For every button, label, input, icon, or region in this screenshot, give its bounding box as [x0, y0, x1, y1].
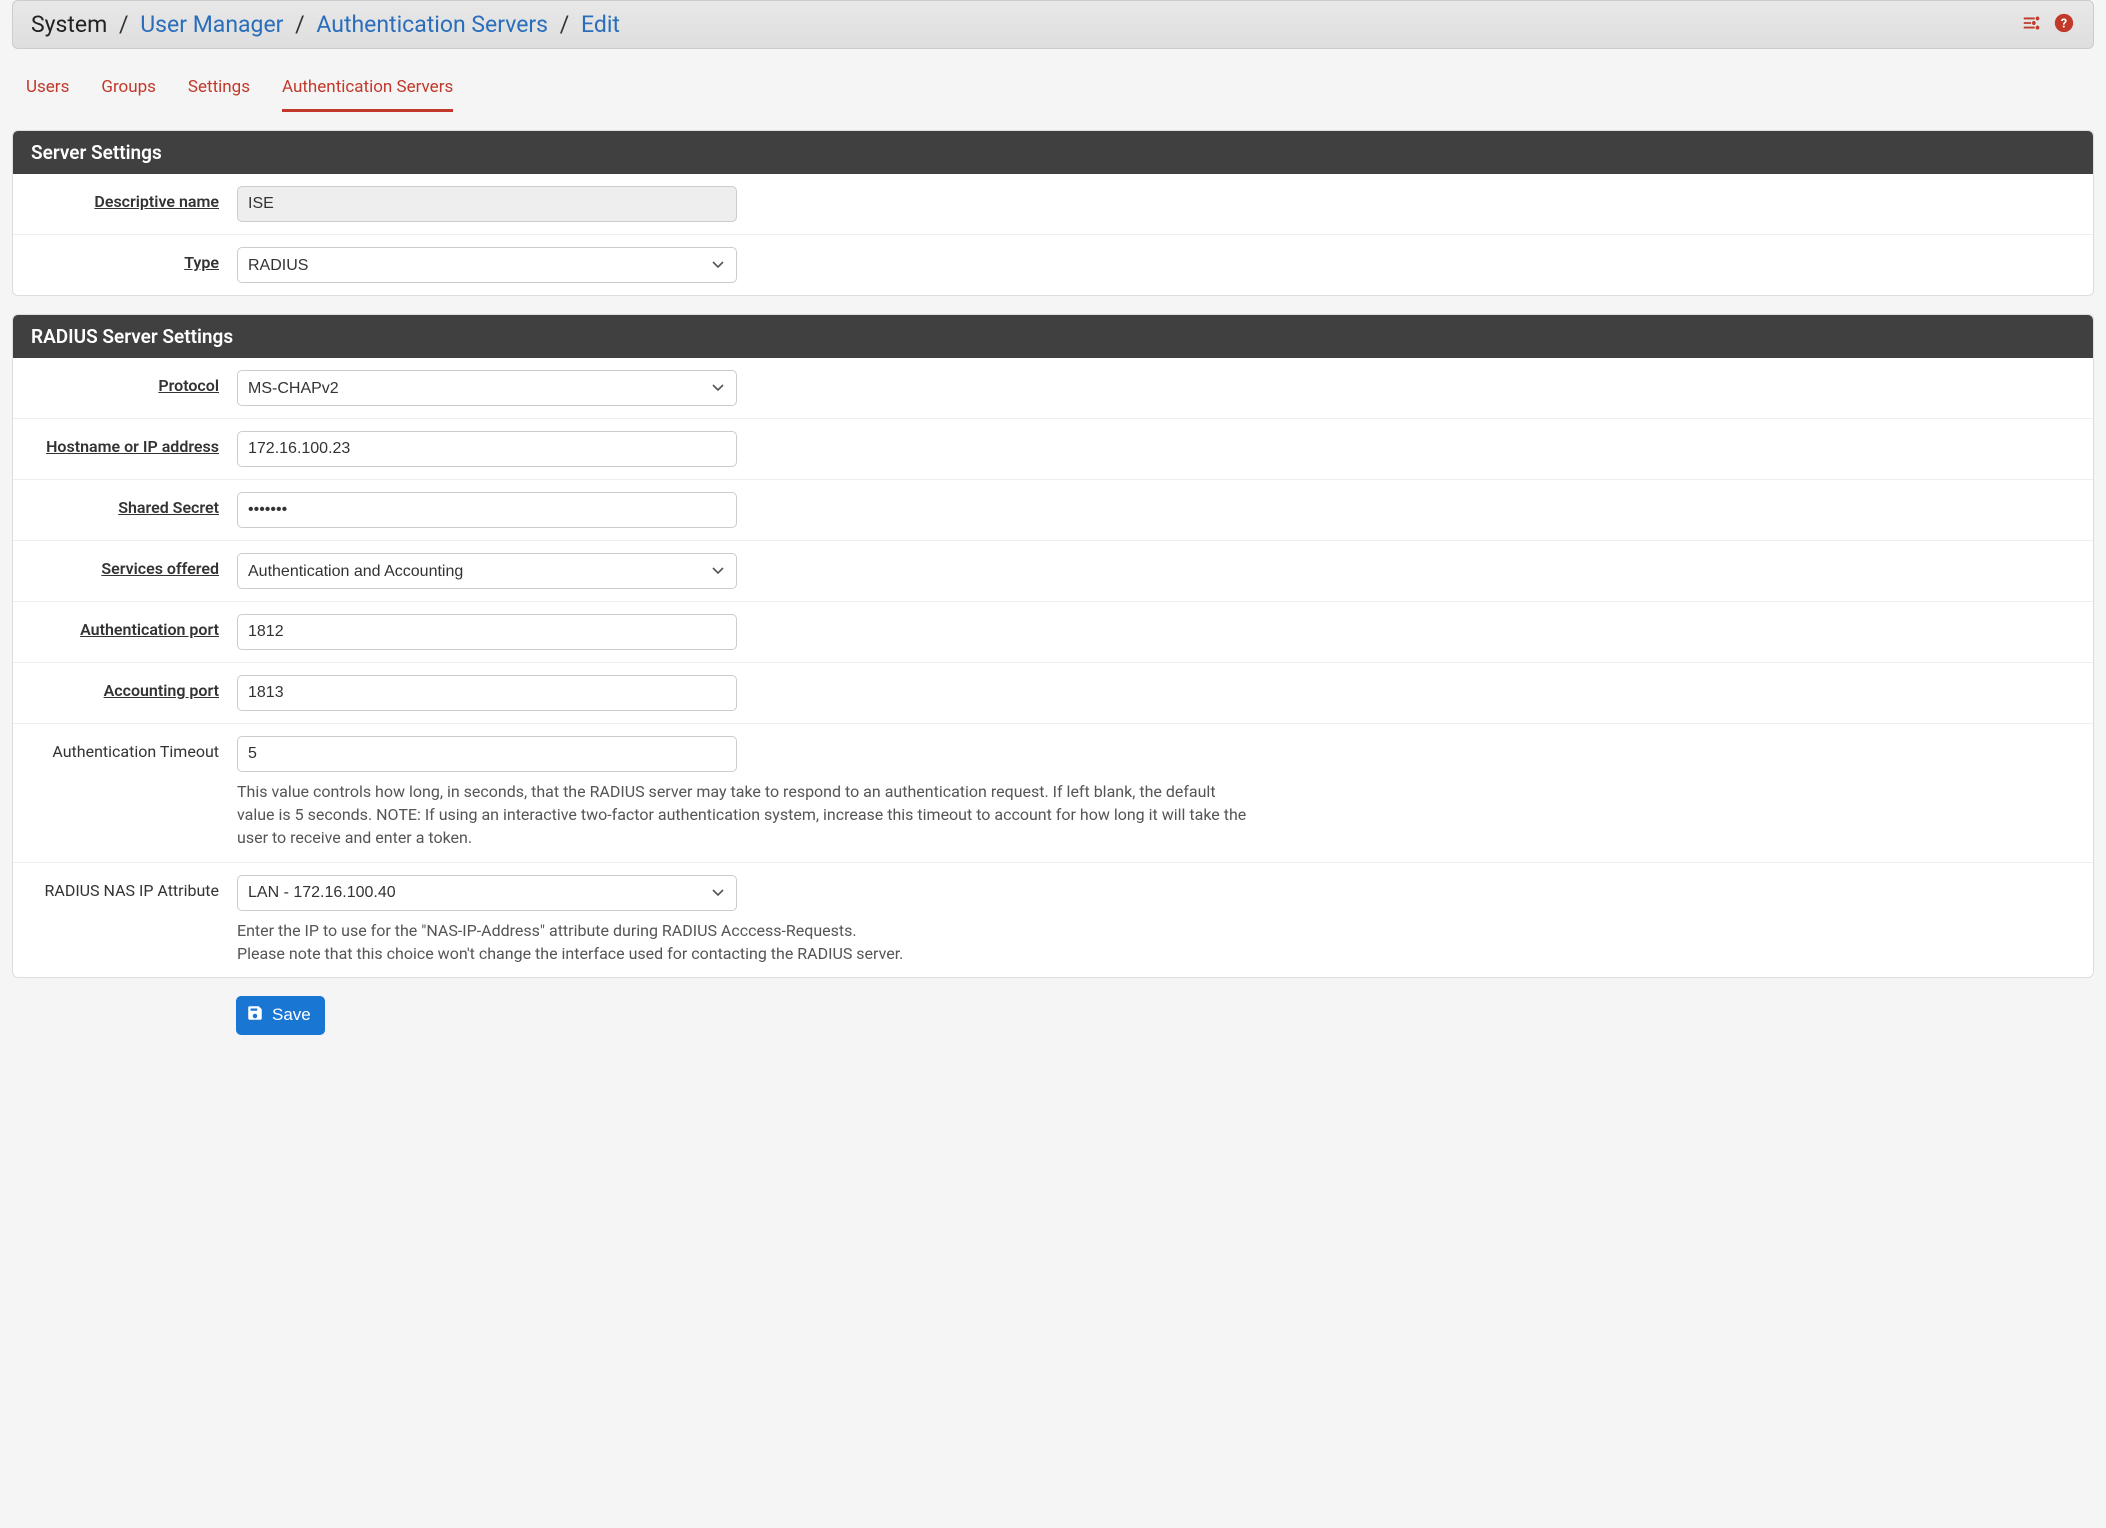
breadcrumb-auth-servers[interactable]: Authentication Servers: [316, 11, 548, 38]
server-settings-panel: Server Settings Descriptive name Type RA…: [12, 130, 2094, 296]
label-protocol: Protocol: [158, 376, 219, 395]
label-acct-port: Accounting port: [104, 681, 219, 700]
tab-auth-servers[interactable]: Authentication Servers: [282, 77, 453, 112]
page-header: System / User Manager / Authentication S…: [12, 0, 2094, 49]
label-services: Services offered: [101, 559, 219, 578]
input-shared-secret[interactable]: [237, 492, 737, 528]
label-shared-secret: Shared Secret: [118, 498, 219, 517]
save-button[interactable]: Save: [236, 996, 325, 1035]
breadcrumb-user-manager[interactable]: User Manager: [140, 11, 283, 38]
row-services: Services offered Authentication and Acco…: [13, 541, 2093, 602]
input-acct-port[interactable]: [237, 675, 737, 711]
row-hostname: Hostname or IP address: [13, 419, 2093, 480]
label-hostname: Hostname or IP address: [46, 437, 219, 456]
save-button-label: Save: [272, 1005, 311, 1025]
help-nas-ip: Enter the IP to use for the "NAS-IP-Addr…: [237, 919, 1247, 965]
row-type: Type RADIUS: [13, 235, 2093, 295]
row-auth-timeout: Authentication Timeout This value contro…: [13, 724, 2093, 863]
select-protocol[interactable]: MS-CHAPv2: [237, 370, 737, 406]
svg-text:?: ?: [2061, 16, 2067, 31]
select-nas-ip[interactable]: LAN - 172.16.100.40: [237, 875, 737, 911]
breadcrumb-system: System: [31, 11, 107, 38]
tab-settings[interactable]: Settings: [188, 77, 250, 112]
label-auth-timeout: Authentication Timeout: [52, 742, 219, 761]
label-nas-ip: RADIUS NAS IP Attribute: [45, 881, 219, 900]
input-descriptive-name[interactable]: [237, 186, 737, 222]
help-icon[interactable]: ?: [2053, 12, 2075, 38]
help-auth-timeout: This value controls how long, in seconds…: [237, 780, 1247, 850]
row-descriptive-name: Descriptive name: [13, 174, 2093, 235]
radius-settings-heading: RADIUS Server Settings: [13, 315, 2093, 358]
label-auth-port: Authentication port: [80, 620, 219, 639]
settings-sliders-icon[interactable]: [2021, 12, 2043, 38]
breadcrumb: System / User Manager / Authentication S…: [31, 11, 620, 38]
breadcrumb-edit[interactable]: Edit: [581, 11, 620, 38]
label-descriptive-name: Descriptive name: [94, 192, 219, 211]
input-auth-port[interactable]: [237, 614, 737, 650]
row-acct-port: Accounting port: [13, 663, 2093, 724]
row-nas-ip: RADIUS NAS IP Attribute LAN - 172.16.100…: [13, 863, 2093, 977]
input-hostname[interactable]: [237, 431, 737, 467]
select-services[interactable]: Authentication and Accounting: [237, 553, 737, 589]
tab-groups[interactable]: Groups: [101, 77, 156, 112]
input-auth-timeout[interactable]: [237, 736, 737, 772]
radius-settings-panel: RADIUS Server Settings Protocol MS-CHAPv…: [12, 314, 2094, 978]
tab-users[interactable]: Users: [26, 77, 69, 112]
select-type[interactable]: RADIUS: [237, 247, 737, 283]
save-icon: [246, 1004, 264, 1027]
row-protocol: Protocol MS-CHAPv2: [13, 358, 2093, 419]
tabs: Users Groups Settings Authentication Ser…: [12, 49, 2094, 112]
row-shared-secret: Shared Secret: [13, 480, 2093, 541]
label-type: Type: [184, 253, 219, 272]
server-settings-heading: Server Settings: [13, 131, 2093, 174]
row-auth-port: Authentication port: [13, 602, 2093, 663]
